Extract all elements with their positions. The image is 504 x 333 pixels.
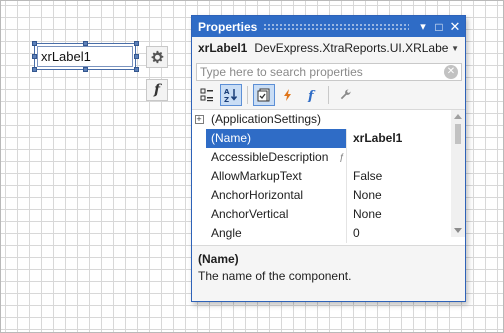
- window-title: Properties: [198, 19, 258, 34]
- toolbar-separator: [247, 86, 248, 104]
- svg-text:A: A: [224, 88, 230, 96]
- property-grid[interactable]: + (ApplicationSettings) (Name) xrLabel1 …: [192, 109, 465, 256]
- selected-object-name: xrLabel1: [198, 41, 248, 55]
- description-text: The name of the component.: [198, 269, 352, 283]
- function-icon: f: [153, 82, 161, 98]
- chevron-down-icon[interactable]: ▼: [449, 44, 459, 53]
- property-search-box[interactable]: ✕: [196, 63, 462, 81]
- property-search-input[interactable]: [200, 64, 444, 80]
- properties-icon[interactable]: [253, 84, 275, 106]
- resize-handle-bottom-right[interactable]: [134, 67, 139, 72]
- svg-text:f: f: [307, 89, 316, 102]
- selected-object-type: DevExpress.XtraReports.UI.XRLabel: [254, 41, 450, 55]
- property-value[interactable]: [346, 148, 449, 167]
- description-title: (Name): [198, 252, 239, 266]
- categorized-icon[interactable]: [196, 84, 218, 106]
- resize-handle-bottom-left[interactable]: [32, 67, 37, 72]
- property-row[interactable]: AllowMarkupText False: [192, 167, 449, 186]
- property-row[interactable]: AnchorVertical None: [192, 205, 449, 224]
- property-name: (Name): [206, 129, 346, 148]
- property-value[interactable]: None: [346, 205, 449, 224]
- scrollbar-thumb[interactable]: [455, 124, 461, 144]
- property-row[interactable]: AnchorHorizontal None: [192, 186, 449, 205]
- property-value[interactable]: 0: [346, 224, 449, 243]
- dropdown-arrow-icon[interactable]: ▾: [415, 19, 431, 35]
- resize-handle-top-left[interactable]: [32, 41, 37, 46]
- property-description-panel: (Name) The name of the component.: [192, 245, 465, 301]
- smart-tag-button[interactable]: [146, 46, 168, 68]
- svg-text:Z: Z: [224, 96, 229, 103]
- events-icon[interactable]: [277, 84, 299, 106]
- property-name: AllowMarkupText: [211, 169, 302, 183]
- scroll-up-icon[interactable]: [454, 114, 462, 119]
- titlebar-grip: [263, 23, 409, 30]
- property-name: AnchorHorizontal: [211, 188, 304, 202]
- property-name-text: AccessibleDescription: [211, 150, 329, 164]
- property-row-selected[interactable]: (Name) xrLabel1: [192, 129, 449, 148]
- property-row[interactable]: Angle 0: [192, 224, 449, 243]
- property-name: AccessibleDescription ƒ: [206, 148, 346, 167]
- property-name: (ApplicationSettings): [211, 112, 322, 126]
- maximize-icon[interactable]: □: [431, 19, 447, 35]
- property-name: Angle: [211, 226, 242, 240]
- property-name: AnchorVertical: [211, 207, 289, 221]
- property-row[interactable]: + (ApplicationSettings): [192, 110, 449, 129]
- settings-wrench-icon[interactable]: [334, 84, 356, 106]
- properties-toolbar: AZ f: [196, 84, 358, 106]
- resize-handle-left[interactable]: [32, 54, 37, 59]
- property-grid-scrollbar[interactable]: [451, 110, 465, 237]
- resize-handle-top[interactable]: [83, 41, 88, 46]
- clear-search-icon[interactable]: ✕: [444, 65, 458, 79]
- resize-handle-bottom[interactable]: [83, 67, 88, 72]
- xrlabel-control[interactable]: xrLabel1: [34, 43, 136, 70]
- property-row[interactable]: AccessibleDescription ƒ: [192, 148, 449, 167]
- gear-icon: [151, 50, 164, 64]
- expressions-icon[interactable]: f: [301, 84, 323, 106]
- xrlabel-text: xrLabel1: [37, 46, 133, 67]
- toolbar-separator-2: [328, 86, 329, 104]
- object-selector[interactable]: xrLabel1 DevExpress.XtraReports.UI.XRLab…: [192, 37, 465, 59]
- close-icon[interactable]: ✕: [447, 19, 463, 35]
- properties-window[interactable]: Properties ▾ □ ✕ xrLabel1 DevExpress.Xtr…: [191, 15, 466, 302]
- expression-button[interactable]: f: [146, 79, 168, 101]
- expand-plus-icon[interactable]: +: [194, 115, 204, 124]
- resize-handle-right[interactable]: [134, 54, 139, 59]
- expression-marker-icon[interactable]: ƒ: [339, 148, 344, 167]
- resize-handle-top-right[interactable]: [134, 41, 139, 46]
- properties-titlebar[interactable]: Properties ▾ □ ✕: [192, 16, 465, 37]
- alphabetical-icon[interactable]: AZ: [220, 84, 242, 106]
- property-value[interactable]: False: [346, 167, 449, 186]
- property-value[interactable]: None: [346, 186, 449, 205]
- property-value[interactable]: xrLabel1: [346, 129, 449, 148]
- scroll-down-icon[interactable]: [454, 228, 462, 233]
